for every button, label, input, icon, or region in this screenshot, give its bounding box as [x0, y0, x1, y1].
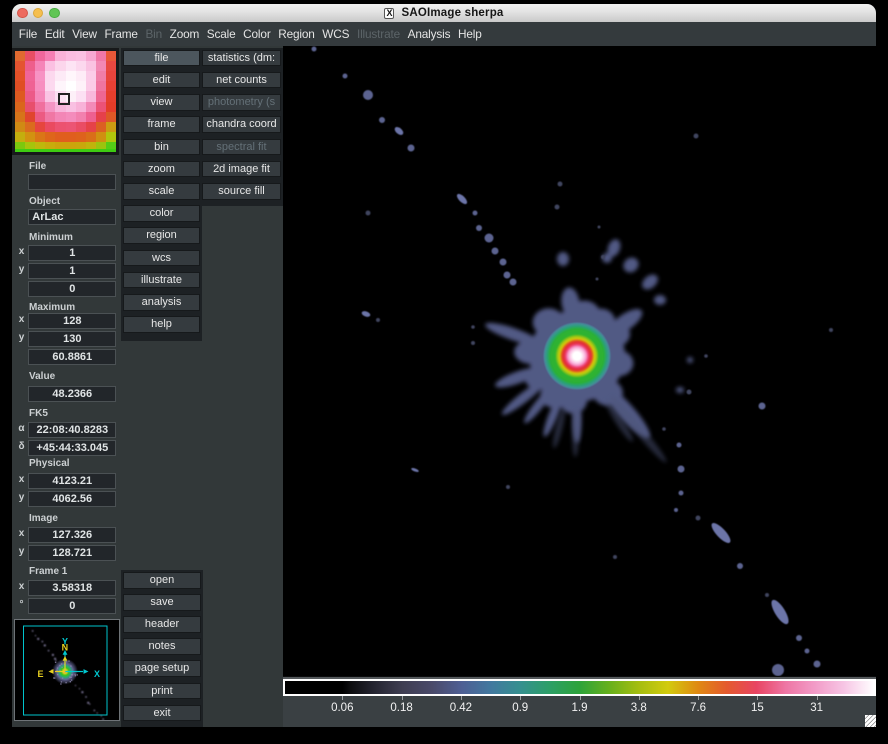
svg-text:E: E — [37, 669, 43, 679]
svg-text:X: X — [94, 669, 100, 679]
svg-text:N: N — [61, 643, 68, 653]
